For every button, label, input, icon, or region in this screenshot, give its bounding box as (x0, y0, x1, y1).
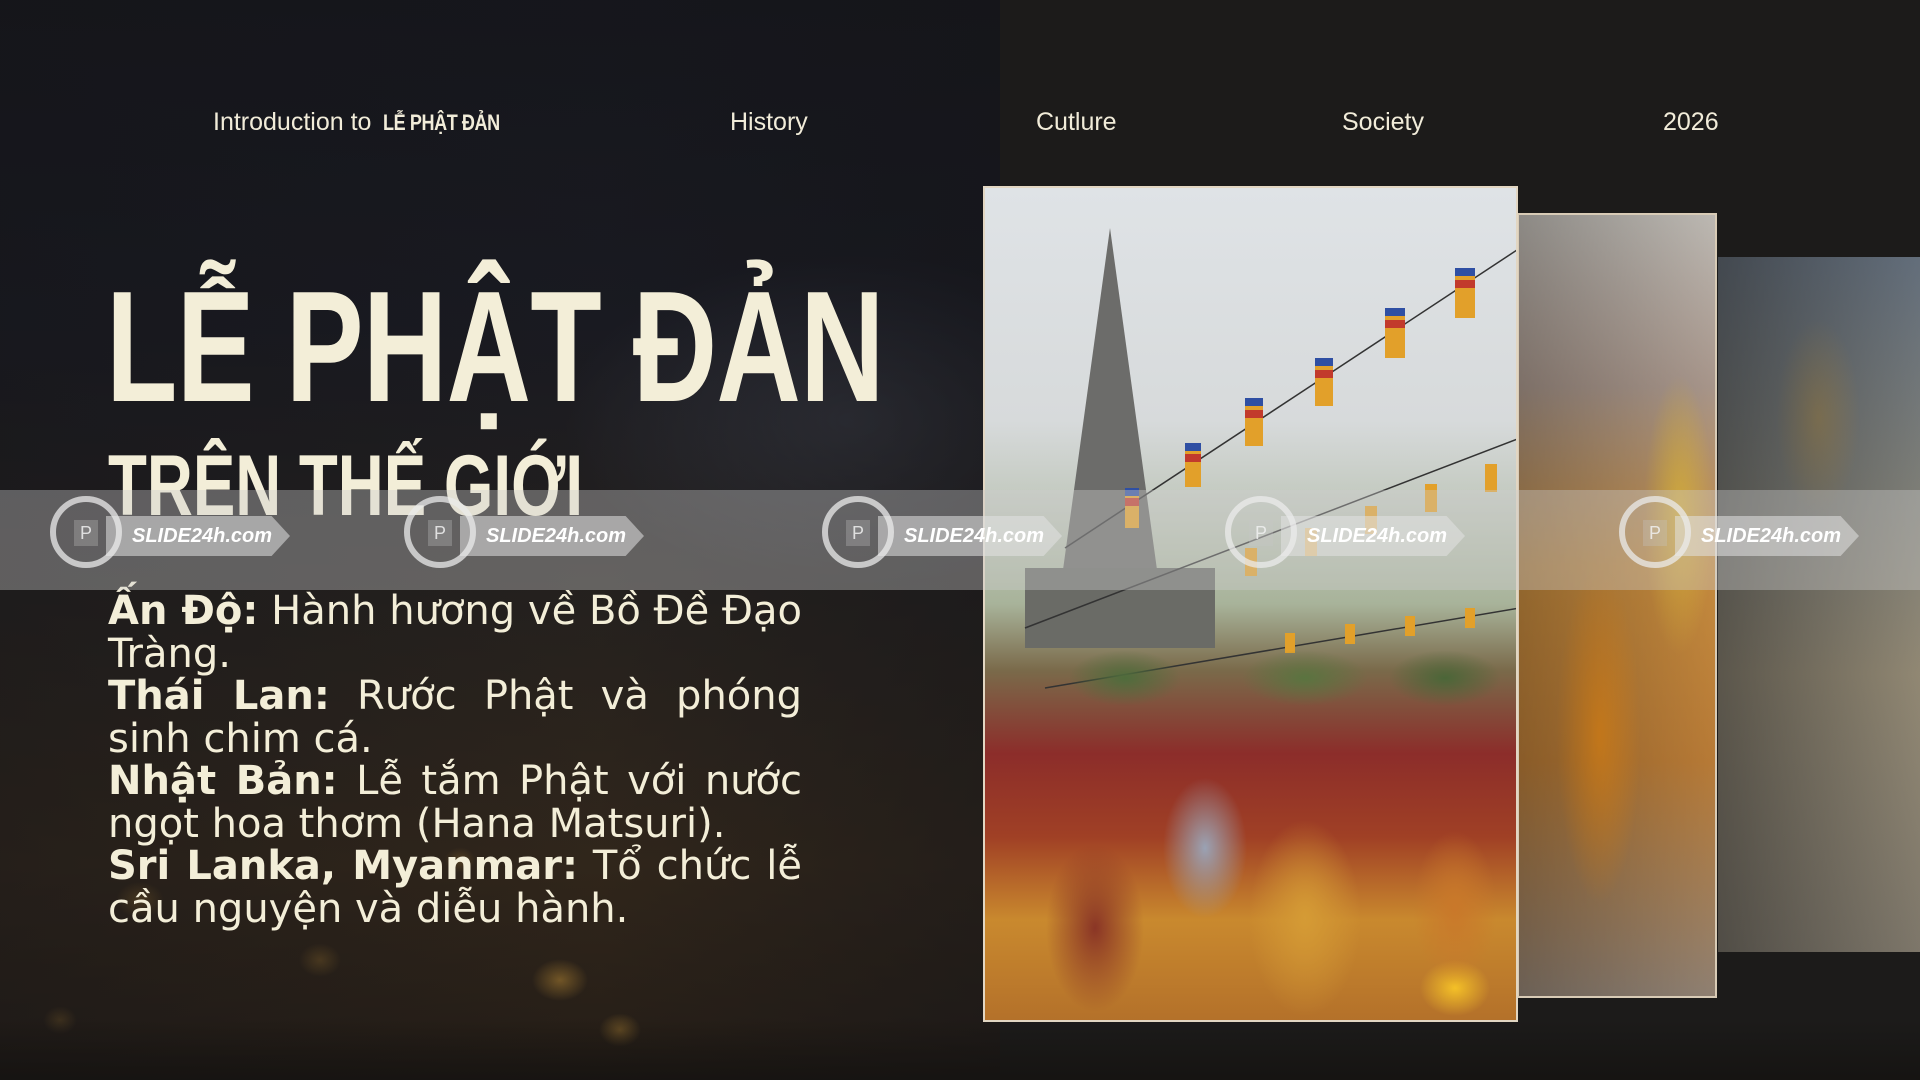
body-content: Ấn Độ: Hành hương về Bồ Đề Đạo Tràng. Th… (108, 590, 802, 930)
watermark-logo: SLIDE24h.com (822, 496, 1082, 576)
watermark-logo: SLIDE24h.com (1619, 496, 1879, 576)
list-item-label: Ấn Độ: (108, 588, 259, 634)
list-item: Thái Lan: Rước Phật và phóng sinh chim c… (108, 675, 802, 760)
watermark-logo: SLIDE24h.com (50, 496, 310, 576)
watermark-text: SLIDE24h.com (132, 525, 273, 547)
list-item: Sri Lanka, Myanmar: Tổ chức lễ cầu nguyệ… (108, 845, 802, 930)
background-shade (0, 1020, 1920, 1080)
slide: Introduction to LỄ PHẬT ĐẢN History Cutlu… (0, 0, 1920, 1080)
watermark-text: SLIDE24h.com (1307, 525, 1448, 547)
watermark-text: SLIDE24h.com (486, 525, 627, 547)
watermark-logo: SLIDE24h.com (404, 496, 664, 576)
nav-item-2026[interactable]: 2026 (1663, 104, 1719, 140)
watermark-p-icon (50, 496, 122, 568)
photo-card-bodh-gaya-ceremony (983, 186, 1518, 1022)
list-item-label: Nhật Bản: (108, 758, 338, 804)
monks-crowd-shape (985, 728, 1516, 1020)
nav-intro-brand: LỄ PHẬT ĐẢN (383, 110, 501, 135)
list-item-label: Thái Lan: (108, 673, 330, 719)
watermark-logo: SLIDE24h.com (1225, 496, 1485, 576)
photo-card-monk-procession (1517, 213, 1717, 998)
trees-shape (985, 638, 1516, 718)
nav-intro-prefix: Introduction to (213, 108, 372, 136)
page-title: LỄ PHẬT ĐẢN (106, 259, 885, 435)
watermark-p-icon (404, 496, 476, 568)
watermark-p-icon (1225, 496, 1297, 568)
list-item: Ấn Độ: Hành hương về Bồ Đề Đạo Tràng. (108, 590, 802, 675)
watermark-text: SLIDE24h.com (904, 525, 1045, 547)
list-item-label: Sri Lanka, Myanmar: (108, 843, 578, 889)
top-nav: Introduction to LỄ PHẬT ĐẢN History Cutlu… (0, 104, 1920, 140)
list-item: Nhật Bản: Lễ tắm Phật với nước ngọt hoa … (108, 760, 802, 845)
nav-item-introduction[interactable]: Introduction to LỄ PHẬT ĐẢN (213, 104, 526, 141)
nav-item-culture[interactable]: Cutlure (1036, 104, 1117, 140)
nav-item-society[interactable]: Society (1342, 104, 1424, 140)
watermark-text: SLIDE24h.com (1701, 525, 1842, 547)
watermark-p-icon (822, 496, 894, 568)
nav-item-history[interactable]: History (730, 104, 808, 140)
photo-card-pagoda-prayer (1718, 257, 1920, 952)
watermark-p-icon (1619, 496, 1691, 568)
